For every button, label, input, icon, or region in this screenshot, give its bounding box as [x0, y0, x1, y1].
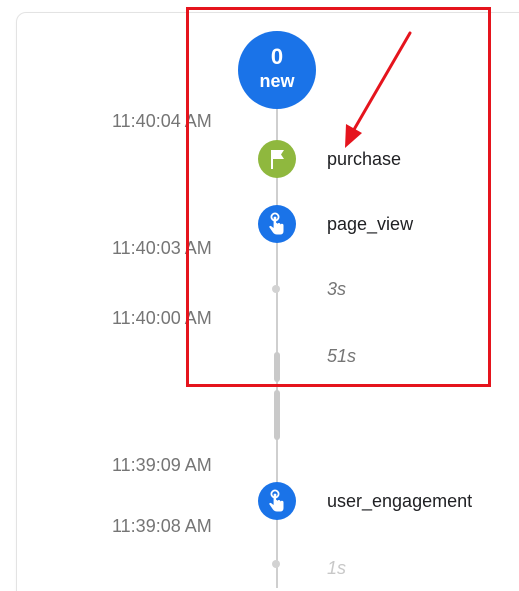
- new-events-count: 0: [270, 44, 284, 69]
- event-user-engagement[interactable]: user_engagement: [327, 490, 472, 512]
- timestamp: 11:40:00 AM: [112, 308, 212, 328]
- gap-duration: 1s: [327, 558, 347, 578]
- timeline-node: [272, 560, 280, 568]
- timeline-gap-segment: [274, 390, 280, 440]
- event-page-view[interactable]: page_view: [327, 213, 413, 235]
- timestamp: 11:40:03 AM: [112, 238, 212, 258]
- timeline-gap-segment: [274, 352, 280, 382]
- new-events-badge[interactable]: 0 new: [238, 31, 316, 109]
- touch-hand-icon[interactable]: [258, 482, 296, 520]
- new-events-label: new: [259, 71, 295, 91]
- event-timeline-screenshot: 0 new 11:40:04 AM 11:40:03 AM 11:40:00 A…: [0, 0, 519, 591]
- timeline-node: [272, 285, 280, 293]
- flag-icon[interactable]: [258, 140, 296, 178]
- timestamp: 11:40:04 AM: [112, 111, 212, 131]
- gap-duration: 51s: [327, 346, 357, 366]
- event-purchase[interactable]: purchase: [327, 148, 401, 170]
- timestamp: 11:39:09 AM: [112, 455, 212, 475]
- touch-hand-icon[interactable]: [258, 205, 296, 243]
- timestamp: 11:39:08 AM: [112, 516, 212, 536]
- gap-duration: 3s: [327, 279, 347, 299]
